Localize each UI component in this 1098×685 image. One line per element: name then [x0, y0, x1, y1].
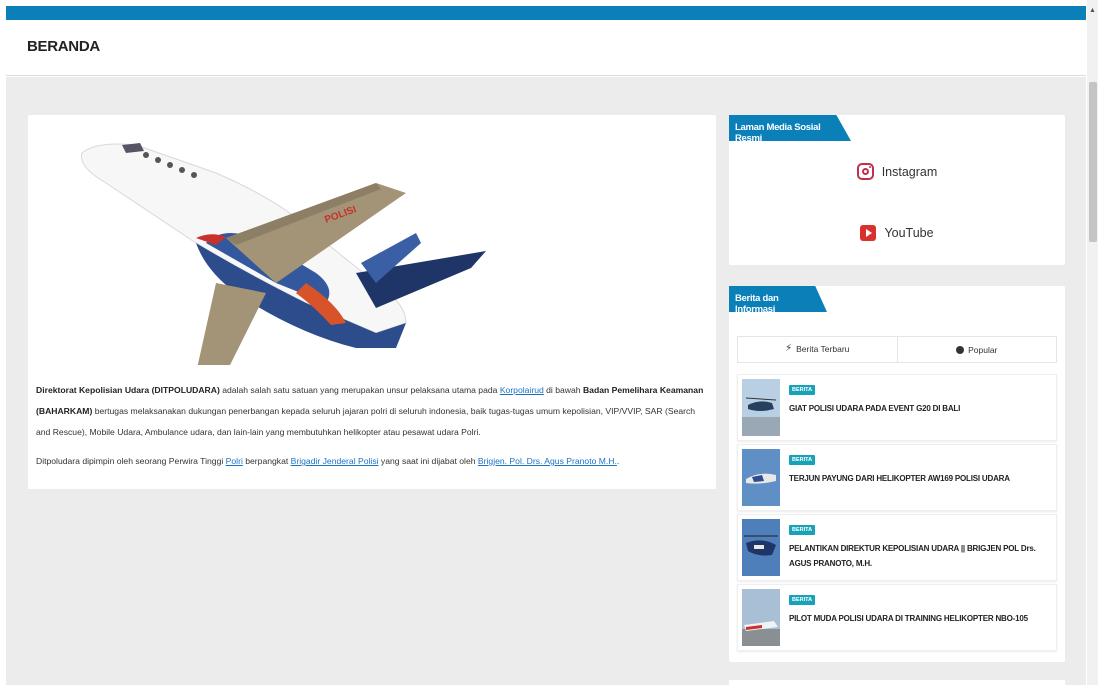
- rank-link[interactable]: Brigadir Jenderal Polisi: [291, 456, 379, 466]
- text-segment: yang saat ini dijabat oleh: [378, 456, 478, 466]
- news-title: GIAT POLISI UDARA PADA EVENT G20 DI BALI: [789, 404, 961, 413]
- news-thumbnail: [742, 379, 780, 436]
- tab-latest-label: Berita Terbaru: [796, 343, 850, 354]
- news-thumbnail: [742, 449, 780, 506]
- news-item[interactable]: BERITA PELANTIKAN DIREKTUR KEPOLISIAN UD…: [737, 514, 1057, 581]
- paragraph-1: Direktorat Kepolisian Udara (DITPOLUDARA…: [36, 380, 708, 443]
- news-item[interactable]: BERITA GIAT POLISI UDARA PADA EVENT G20 …: [737, 374, 1057, 441]
- news-list: BERITA GIAT POLISI UDARA PADA EVENT G20 …: [737, 374, 1057, 654]
- director-link[interactable]: Brigjen. Pol. Drs. Agus Pranoto M.H.: [478, 456, 617, 466]
- paragraph-2: Ditpoludara dipimpin oleh seorang Perwir…: [36, 451, 708, 472]
- news-heading: Berita dan Informasi: [729, 286, 827, 312]
- news-badge: BERITA: [789, 595, 816, 605]
- news-title: PILOT MUDA POLISI UDARA DI TRAINING HELI…: [789, 614, 1028, 623]
- org-name: Direktorat Kepolisian Udara (DITPOLUDARA…: [36, 385, 220, 395]
- youtube-label: YouTube: [884, 226, 934, 240]
- instagram-label: Instagram: [881, 164, 938, 179]
- text-segment: adalah salah satu satuan yang merupakan …: [219, 385, 500, 395]
- tab-latest-news[interactable]: ⚡︎ Berita Terbaru: [738, 337, 897, 362]
- korpolairud-link[interactable]: Korpolairud: [500, 385, 544, 395]
- news-thumbnail: [742, 589, 780, 646]
- news-title: PELANTIKAN DIREKTUR KEPOLISIAN UDARA || …: [789, 544, 1036, 568]
- article-body: Direktorat Kepolisian Udara (DITPOLUDARA…: [36, 380, 708, 472]
- tab-popular[interactable]: Popular: [896, 337, 1057, 362]
- aircraft-image: POLISI: [81, 143, 486, 365]
- social-media-heading: Laman Media Sosial Resmi: [729, 115, 851, 141]
- scrollbar-thumb[interactable]: [1089, 82, 1097, 242]
- youtube-icon: [860, 225, 877, 241]
- page-title: BERANDA: [27, 38, 100, 55]
- text-segment: di bawah: [543, 385, 583, 395]
- main-article-card: POLISI Direktorat Kepolisian Udara (DITP…: [28, 115, 716, 489]
- news-badge: BERITA: [789, 385, 816, 395]
- page-header: BERANDA: [6, 20, 1086, 76]
- news-item[interactable]: BERITA TERJUN PAYUNG DARI HELIKOPTER AW1…: [737, 444, 1057, 511]
- youtube-link[interactable]: YouTube: [729, 225, 1065, 241]
- news-tabs: ⚡︎ Berita Terbaru Popular: [737, 336, 1057, 363]
- text-segment: bertugas melaksanakan dukungan penerbang…: [36, 406, 696, 437]
- news-card: Berita dan Informasi ⚡︎ Berita Terbaru P…: [729, 286, 1065, 662]
- scroll-up-arrow-icon[interactable]: ▲: [1089, 7, 1096, 14]
- news-badge: BERITA: [789, 525, 816, 535]
- text-segment: Ditpoludara dipimpin oleh seorang Perwir…: [36, 456, 226, 466]
- news-badge: BERITA: [789, 455, 816, 465]
- bolt-icon: ⚡︎: [785, 343, 793, 354]
- text-segment: .: [616, 456, 620, 466]
- news-thumbnail: [742, 519, 780, 576]
- tab-popular-label: Popular: [968, 344, 998, 355]
- instagram-icon: [856, 163, 874, 180]
- next-card-edge: [729, 680, 1065, 685]
- text-segment: berpangkat: [242, 456, 291, 466]
- clock-icon: [956, 345, 965, 354]
- news-title: TERJUN PAYUNG DARI HELIKOPTER AW169 POLI…: [789, 474, 1010, 483]
- top-accent-bar: [6, 6, 1086, 20]
- news-item[interactable]: BERITA PILOT MUDA POLISI UDARA DI TRAINI…: [737, 584, 1057, 651]
- instagram-link[interactable]: Instagram: [729, 163, 1065, 180]
- social-media-card: Laman Media Sosial Resmi Instagram YouTu…: [729, 115, 1065, 265]
- polri-link[interactable]: Polri: [226, 456, 243, 466]
